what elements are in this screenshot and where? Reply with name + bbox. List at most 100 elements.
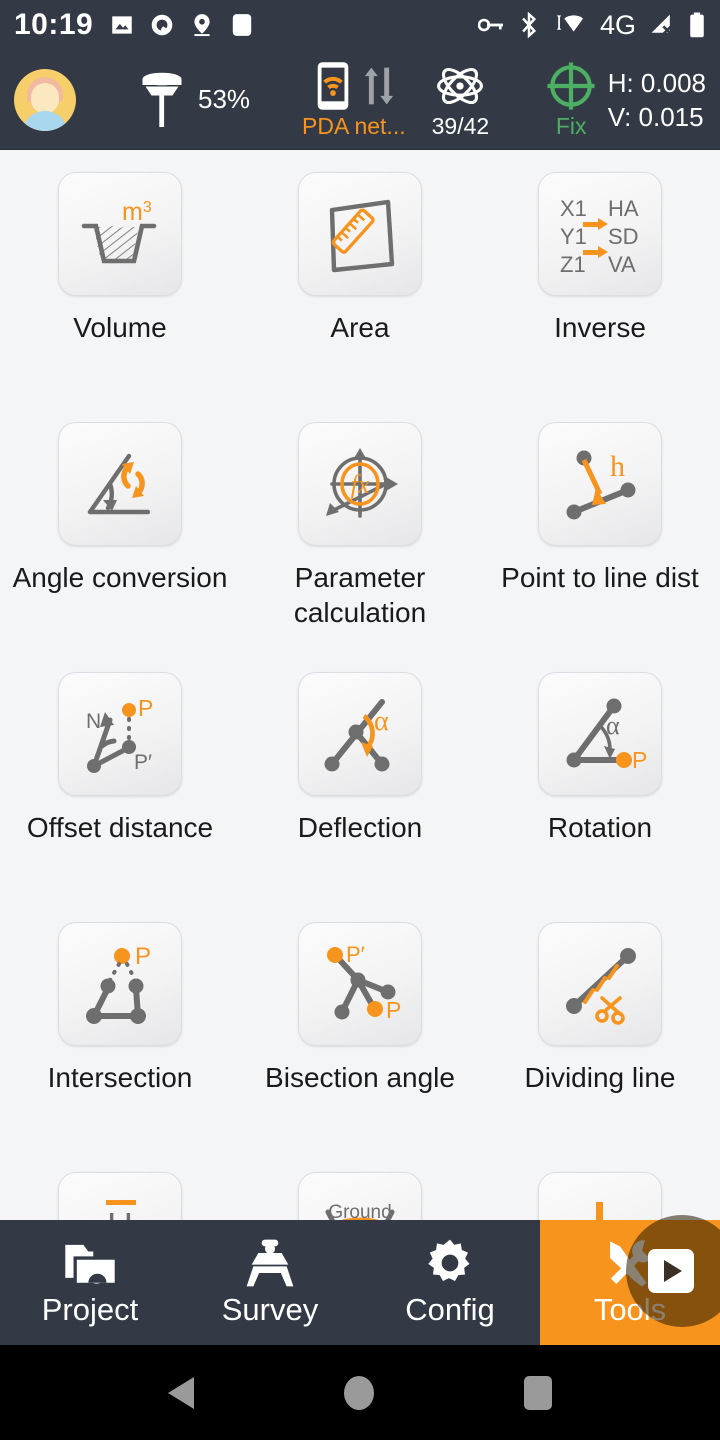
- fix-status-label: Fix: [555, 113, 587, 139]
- svg-text:m3: m3: [122, 198, 152, 226]
- tool-area[interactable]: Area: [240, 150, 480, 400]
- nav-item-config[interactable]: Config: [360, 1220, 540, 1345]
- svg-text:P: P: [632, 747, 647, 773]
- rotation-tile[interactable]: α P: [538, 672, 662, 796]
- horizontal-accuracy: H: 0.008: [607, 67, 706, 98]
- tool-label: Area: [330, 312, 390, 343]
- pda-network-icon: [317, 62, 349, 110]
- tool-offset-distance[interactable]: N P P′ Offset distance: [0, 650, 240, 900]
- tool-label: Rotation: [547, 812, 653, 843]
- recents-square-icon[interactable]: [524, 1375, 552, 1410]
- fix-target-icon: [547, 62, 595, 110]
- deflection-tile[interactable]: α: [298, 672, 422, 796]
- svg-text:α: α: [374, 706, 389, 737]
- inverse-x1: X1: [560, 196, 587, 221]
- offset-distance-icon: N P P′: [86, 695, 153, 774]
- back-triangle-icon[interactable]: [168, 1376, 194, 1409]
- accuracy-readout: H: 0.008 V: 0.015: [608, 66, 706, 134]
- svg-text:fx: fx: [351, 470, 370, 499]
- tool-label: Offset distance: [26, 812, 214, 843]
- system-notification-icons: [109, 12, 255, 38]
- tool-deflection[interactable]: α Deflection: [240, 650, 480, 900]
- play-triangle: [664, 1260, 682, 1282]
- point-to-line-dist-tile[interactable]: h: [538, 422, 662, 546]
- area-ruler-icon: [329, 199, 395, 273]
- point-to-line-distance-icon: h: [566, 450, 636, 520]
- tool-volume[interactable]: m3 Volume: [0, 150, 240, 400]
- parameter-calculation-tile[interactable]: fx: [298, 422, 422, 546]
- data-transfer-icon: [364, 67, 393, 105]
- intersection-icon: P: [86, 943, 151, 1024]
- tool-label: Volume: [73, 312, 167, 343]
- pda-network-icons: [312, 60, 396, 112]
- project-folder-icon: [65, 1244, 115, 1284]
- tool-dividing-line[interactable]: Dividing line: [480, 900, 720, 1150]
- svg-text:P′: P′: [346, 942, 365, 967]
- tool-rotation[interactable]: α P Rotation: [480, 650, 720, 900]
- tool-point-to-line-dist[interactable]: h Point to line dist: [480, 400, 720, 650]
- nav-label: Project: [41, 1291, 139, 1327]
- svg-text:P: P: [135, 943, 151, 970]
- satellite-count: 39/42: [431, 113, 490, 139]
- volume-tile[interactable]: m3: [58, 172, 182, 296]
- android-navigation-bar: [0, 1345, 720, 1440]
- dividing-line-scissors-icon: [566, 948, 636, 1025]
- tools-grid[interactable]: m3 Volume Area X1 Y1 Z1 HA SD VA Inverse…: [0, 150, 720, 1235]
- deflection-angle-icon: α: [324, 699, 390, 772]
- svg-text:α: α: [606, 711, 620, 740]
- home-circle-icon[interactable]: [344, 1375, 374, 1410]
- tool-inverse[interactable]: X1 Y1 Z1 HA SD VA Inverse: [480, 150, 720, 400]
- nav-label: Config: [405, 1291, 495, 1327]
- nav-item-survey[interactable]: Survey: [180, 1220, 360, 1345]
- bluetooth-icon: [522, 12, 537, 38]
- satellite-group[interactable]: 39/42: [431, 60, 490, 139]
- inverse-z1: Z1: [560, 252, 586, 277]
- bisection-angle-icon: P′ P: [327, 942, 401, 1023]
- nav-label: Survey: [221, 1291, 319, 1327]
- pda-network-label: PDA net...: [302, 113, 406, 139]
- white-square-icon: [233, 14, 252, 36]
- inverse-tile[interactable]: X1 Y1 Z1 HA SD VA: [538, 172, 662, 296]
- svg-text:P′: P′: [134, 751, 152, 774]
- tool-label: Bisection angle: [265, 1062, 455, 1093]
- inverse-coordinates-icon: X1 Y1 Z1 HA SD VA: [560, 196, 639, 277]
- tool-bisection-angle[interactable]: P′ P Bisection angle: [240, 900, 480, 1150]
- pda-network-group[interactable]: PDA net...: [302, 60, 406, 139]
- offset-distance-tile[interactable]: N P P′: [58, 672, 182, 796]
- fix-status-group[interactable]: Fix: [545, 60, 597, 139]
- tool-label: Dividing line: [524, 1062, 676, 1093]
- screen-record-play-icon: [648, 1249, 694, 1293]
- tool-parameter-calculation[interactable]: fx Parameter calculation: [240, 400, 480, 650]
- user-avatar[interactable]: [14, 68, 76, 131]
- gnss-status-bar: 53% PDA net... 39/42 Fix H: 0.008 V: 0.0…: [0, 50, 720, 150]
- gnss-receiver-icon: [142, 72, 182, 127]
- inverse-va: VA: [608, 252, 636, 277]
- q-app-icon: [151, 14, 173, 36]
- svg-text:h: h: [610, 450, 625, 483]
- survey-tripod-icon: [246, 1239, 294, 1286]
- parameter-calculation-fx-icon: fx: [326, 448, 398, 518]
- intersection-tile[interactable]: P: [58, 922, 182, 1046]
- vertical-accuracy: V: 0.015: [607, 101, 704, 132]
- system-indicator-icons: 4G: [477, 10, 706, 41]
- receiver-battery-group[interactable]: 53%: [136, 70, 250, 130]
- angle-conversion-icon: [87, 453, 151, 515]
- bisection-angle-tile[interactable]: P′ P: [298, 922, 422, 1046]
- dividing-line-tile[interactable]: [538, 922, 662, 1046]
- tool-angle-conversion[interactable]: Angle conversion: [0, 400, 240, 650]
- vpn-key-icon: [477, 18, 503, 32]
- tool-label: Inverse: [554, 312, 646, 343]
- area-tile[interactable]: [298, 172, 422, 296]
- receiver-battery-percent: 53%: [198, 84, 251, 114]
- tool-label: Deflection: [297, 812, 423, 843]
- svg-text:N: N: [86, 710, 101, 733]
- tool-intersection[interactable]: P Intersection: [0, 900, 240, 1150]
- app-screen: 10:19 4G 53% PDA net... 39/42 Fix H: 0.0…: [0, 0, 720, 1440]
- nav-item-project[interactable]: Project: [0, 1220, 180, 1345]
- gear-icon: [428, 1239, 470, 1281]
- svg-text:P: P: [138, 695, 153, 721]
- inverse-y1: Y1: [560, 224, 587, 249]
- inverse-ha: HA: [608, 196, 639, 221]
- image-icon: [112, 16, 132, 34]
- angle-conversion-tile[interactable]: [58, 422, 182, 546]
